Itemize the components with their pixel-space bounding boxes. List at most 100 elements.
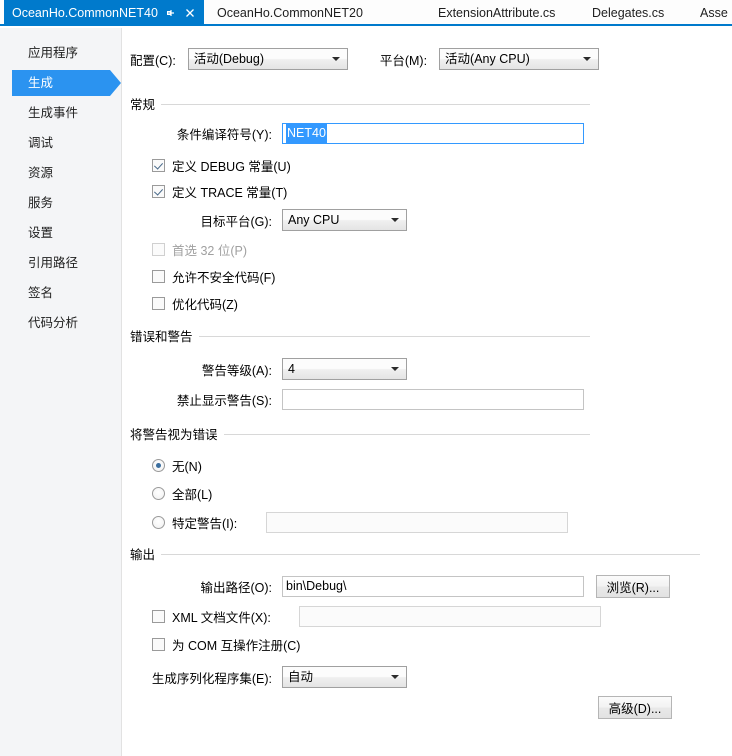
tab-label: ExtensionAttribute.cs [438,6,556,20]
warnings-specific-radio[interactable] [152,516,165,529]
configuration-label: 配置(C): [130,53,176,68]
com-interop-label: 为 COM 互操作注册(C) [172,639,301,653]
warnings-none-radio[interactable] [152,459,165,472]
serialization-assembly-label: 生成序列化程序集(E): [151,671,272,686]
optimize-code-checkbox[interactable] [152,297,165,310]
sidebar-item-resources[interactable]: 资源 [0,158,121,188]
allow-unsafe-code-checkbox-row[interactable]: 允许不安全代码(F) [152,267,275,286]
advanced-button-label: 高级(D)... [608,702,662,716]
xml-doc-file-checkbox[interactable] [152,610,165,623]
divider [223,434,590,435]
sidebar-item-label: 设置 [28,226,54,240]
chevron-down-icon [391,367,399,371]
define-trace-checkbox[interactable] [152,185,165,198]
advanced-button[interactable]: 高级(D)... [598,696,672,719]
errors-warnings-group-header: 错误和警告 [130,326,590,345]
warnings-none-label: 无(N) [172,460,202,474]
warnings-specific-radio-row[interactable]: 特定警告(I): [152,512,569,533]
conditional-symbols-value: NET40 [286,124,327,143]
platform-dropdown[interactable]: 活动(Any CPU) [439,48,600,70]
tab-label: OceanHo.CommonNET40 [12,6,158,20]
configuration-dropdown[interactable]: 活动(Debug) [187,48,348,70]
define-debug-label: 定义 DEBUG 常量(U) [172,160,291,174]
xml-doc-file-input [299,606,601,627]
warnings-all-label: 全部(L) [172,488,213,502]
chevron-down-icon [331,57,340,61]
tab-oceanho-commonnet20[interactable]: OceanHo.CommonNET20 [209,0,371,26]
sidebar-item-application[interactable]: 应用程序 [0,38,121,68]
sidebar-item-reference-paths[interactable]: 引用路径 [0,248,121,278]
define-debug-checkbox[interactable] [152,159,165,172]
sidebar-item-label: 资源 [28,166,54,180]
define-debug-checkbox-row[interactable]: 定义 DEBUG 常量(U) [152,156,291,175]
tab-label: OceanHo.CommonNET20 [217,6,363,20]
suppress-warnings-row: 禁止显示警告(S): [130,389,584,410]
sidebar-item-label: 引用路径 [28,256,79,270]
sidebar-item-label: 应用程序 [28,46,79,60]
output-path-value: bin\Debug\ [286,579,347,593]
sidebar-item-debug[interactable]: 调试 [0,128,121,158]
define-trace-checkbox-row[interactable]: 定义 TRACE 常量(T) [152,182,287,201]
output-path-label: 输出路径(O): [200,581,272,595]
tab-label: Asse [700,6,728,20]
prefer-32bit-checkbox [152,243,165,256]
serialization-assembly-row: 生成序列化程序集(E): 自动 [130,666,407,688]
sidebar-item-label: 生成事件 [28,106,79,120]
com-interop-row[interactable]: 为 COM 互操作注册(C) [152,635,300,654]
sidebar-item-build-events[interactable]: 生成事件 [0,98,121,128]
editor-tab-bar: OceanHo.CommonNET40 OceanHo.CommonNET20 … [0,0,732,26]
pin-icon[interactable] [166,8,177,19]
sidebar-item-build[interactable]: 生成 [0,68,121,98]
warnings-none-radio-row[interactable]: 无(N) [152,456,202,475]
warning-level-row: 警告等级(A): 4 [130,358,407,380]
sidebar-item-label: 签名 [28,286,54,300]
allow-unsafe-code-label: 允许不安全代码(F) [172,271,276,285]
sidebar-item-signing[interactable]: 签名 [0,278,121,308]
suppress-warnings-label: 禁止显示警告(S): [176,394,272,408]
chevron-down-icon [391,218,399,222]
warnings-all-radio[interactable] [152,487,165,500]
output-group-title: 输出 [130,548,156,562]
target-platform-label: 目标平台(G): [200,214,272,229]
tab-delegates-cs[interactable]: Delegates.cs [584,0,672,26]
divider [161,104,590,105]
close-icon[interactable] [185,8,196,19]
sidebar-item-label: 代码分析 [28,316,79,330]
sidebar-item-label: 服务 [28,196,54,210]
sidebar-item-settings[interactable]: 设置 [0,218,121,248]
conditional-symbols-row: 条件编译符号(Y): NET40 [130,123,584,144]
tab-oceanho-commonnet40[interactable]: OceanHo.CommonNET40 [4,0,204,26]
com-interop-checkbox[interactable] [152,638,165,651]
browse-button[interactable]: 浏览(R)... [596,575,670,598]
platform-label: 平台(M): [379,53,428,68]
tab-assembly-truncated[interactable]: Asse [692,0,732,26]
prefer-32bit-checkbox-row: 首选 32 位(P) [152,240,247,259]
warning-level-dropdown[interactable]: 4 [282,358,407,380]
conditional-symbols-label: 条件编译符号(Y): [176,128,272,142]
target-platform-dropdown[interactable]: Any CPU [282,209,407,231]
serialization-assembly-dropdown[interactable]: 自动 [282,666,407,688]
warnings-all-radio-row[interactable]: 全部(L) [152,484,212,503]
sidebar-item-services[interactable]: 服务 [0,188,121,218]
xml-doc-file-label: XML 文档文件(X): [172,611,271,625]
suppress-warnings-input[interactable] [282,389,584,410]
conditional-symbols-input[interactable]: NET40 [282,123,584,144]
sidebar-selection-highlight [12,70,110,96]
allow-unsafe-code-checkbox[interactable] [152,270,165,283]
warnings-as-errors-group-header: 将警告视为错误 [130,424,590,443]
chevron-down-icon [391,675,399,679]
tab-extensionattribute-cs[interactable]: ExtensionAttribute.cs [430,0,563,26]
warning-level-label: 警告等级(A): [201,363,272,378]
sidebar-item-code-analysis[interactable]: 代码分析 [0,308,121,338]
serialization-assembly-value: 自动 [288,670,314,684]
errors-warnings-group-title: 错误和警告 [130,330,193,344]
sidebar-item-label: 生成 [28,76,54,90]
prefer-32bit-label: 首选 32 位(P) [172,244,248,258]
xml-doc-file-row[interactable]: XML 文档文件(X): [152,606,601,627]
sidebar-selection-arrow-icon [110,70,121,96]
project-properties-window: OceanHo.CommonNET40 OceanHo.CommonNET20 … [0,0,732,756]
warnings-as-errors-group-title: 将警告视为错误 [130,428,218,442]
define-trace-label: 定义 TRACE 常量(T) [172,186,288,200]
optimize-code-checkbox-row[interactable]: 优化代码(Z) [152,294,238,313]
output-path-input[interactable]: bin\Debug\ [282,576,584,597]
